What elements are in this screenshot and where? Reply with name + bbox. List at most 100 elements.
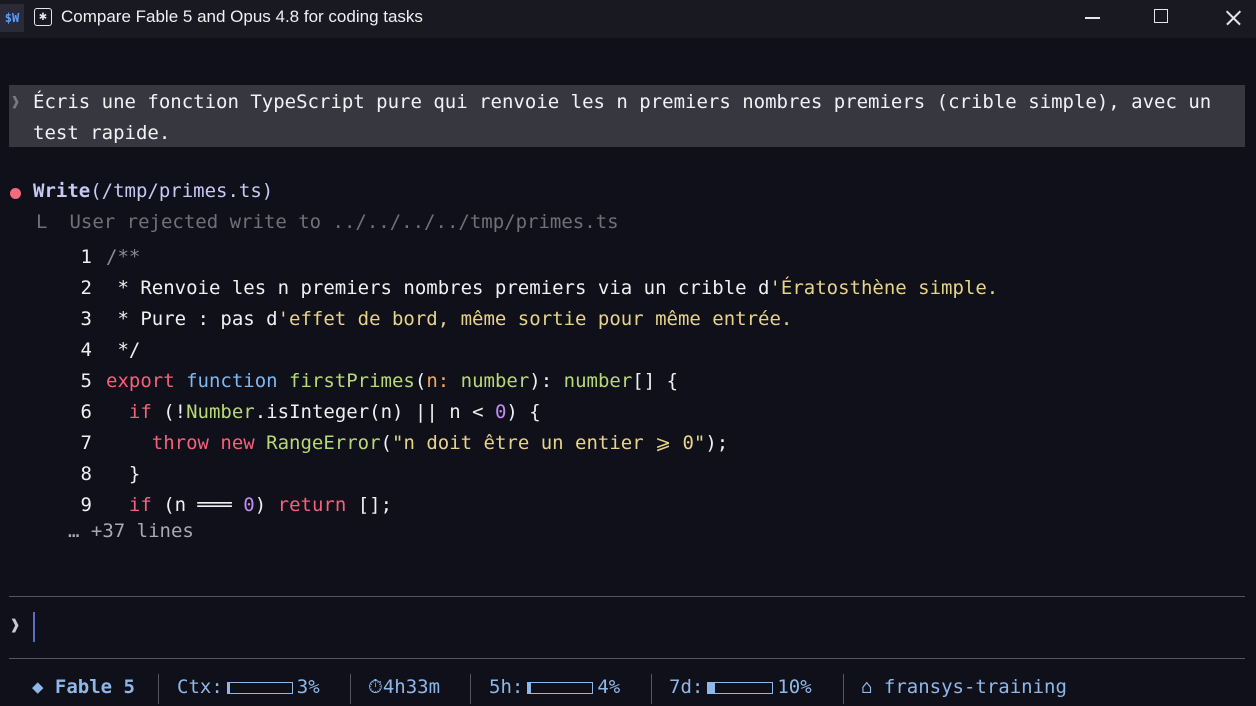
code-line: 9 if (n ═══ 0) return [];: [68, 490, 998, 521]
status-divider: [158, 674, 159, 704]
seven-d-bar-fill: [708, 682, 715, 693]
more-lines-indicator[interactable]: … +37 lines: [68, 520, 194, 542]
session-timer: ⏱4h33m: [368, 676, 440, 698]
close-button[interactable]: [1210, 0, 1256, 36]
line-number: 9: [80, 494, 92, 516]
code-token: if: [128, 401, 152, 423]
tool-arg: (/tmp/primes.ts): [90, 180, 274, 202]
project-name: fransys-training: [883, 676, 1067, 698]
code-token: */: [106, 339, 141, 361]
status-divider: [843, 674, 844, 704]
stopwatch-icon: ⏱: [368, 676, 383, 698]
five-h-bar: [527, 681, 594, 694]
code-line: 8 }: [68, 459, 998, 490]
prompt-text: Écris une fonction TypeScript pure qui r…: [33, 91, 1223, 144]
model-indicator: ◆ Fable 5: [32, 676, 135, 698]
home-icon: ⌂: [861, 676, 873, 698]
code-token: (: [414, 370, 427, 392]
code-token: [];: [346, 494, 393, 516]
input-bottom-divider: [9, 658, 1245, 659]
line-number: 2: [80, 277, 92, 299]
code-token: ):: [529, 370, 564, 392]
line-number: 6: [80, 401, 92, 423]
status-divider: [470, 674, 471, 704]
user-prompt: ❱ Écris une fonction TypeScript pure qui…: [9, 85, 1245, 147]
code-token: 0: [243, 494, 255, 516]
line-number: 7: [80, 432, 92, 454]
code-preview: 1 /** 2 * Renvoie les n premiers nombres p…: [68, 242, 999, 521]
status-divider: [350, 674, 351, 704]
asterisk-tab-icon: ✱: [34, 8, 52, 26]
code-token: 'effet de bord, même sortie pour même en…: [277, 308, 793, 330]
code-token: number: [460, 370, 530, 392]
ctx-value: 3%: [296, 676, 320, 698]
line-number: 8: [80, 463, 92, 485]
tool-result-text: User rejected write to ../../../../tmp/p…: [69, 211, 619, 233]
diamond-icon: ◆: [32, 676, 44, 698]
minimize-button[interactable]: [1070, 0, 1116, 36]
code-line: 7 throw new RangeError("n doit être un e…: [68, 428, 998, 459]
code-token: return: [277, 494, 347, 516]
tool-result: L User rejected write to ../../../../tmp/…: [36, 211, 619, 233]
code-token: * Pure : pas d: [106, 308, 278, 330]
code-token: /**: [106, 246, 141, 268]
line-number: 4: [80, 339, 92, 361]
code-line: 1 /**: [68, 242, 998, 273]
seven-d-value: 10%: [777, 676, 812, 698]
status-bar: ◆ Fable 5 Ctx: 3% ⏱4h33m 5h: 4% 7d: 10% ⌂ f…: [0, 674, 1256, 706]
five-h-value: 4%: [597, 676, 621, 698]
project-indicator: ⌂ fransys-training: [861, 676, 1067, 698]
code-token: throw new: [151, 432, 267, 454]
code-line: 4 */: [68, 335, 998, 366]
code-token: export: [106, 370, 187, 392]
five-hour-usage: 5h: 4%: [489, 676, 620, 698]
seven-day-usage: 7d: 10%: [669, 676, 812, 698]
seven-d-bar: [707, 681, 774, 694]
ctx-bar-fill: [227, 682, 230, 693]
model-name: Fable 5: [54, 676, 135, 698]
input-cursor[interactable]: [33, 612, 35, 642]
code-token: .isInteger(n) || n <: [254, 401, 495, 423]
prompt-caret-icon: ❱: [11, 93, 21, 111]
code-token: (: [380, 432, 392, 454]
code-token: [] {: [632, 370, 679, 392]
tool-status-dot-icon: [10, 188, 21, 199]
line-number: 5: [80, 370, 92, 392]
code-token: number: [563, 370, 633, 392]
window-title: Compare Fable 5 and Opus 4.8 for coding …: [61, 7, 423, 26]
timer-value: 4h33m: [382, 676, 441, 698]
line-number: 1: [80, 246, 92, 268]
tool-name: Write: [33, 180, 91, 202]
maximize-button[interactable]: [1138, 0, 1184, 36]
code-token: if: [128, 494, 152, 516]
code-token: Number: [186, 401, 255, 423]
code-line: 2 * Renvoie les n premiers nombres premi…: [68, 273, 999, 304]
input-top-divider: [9, 596, 1245, 597]
code-line: 6 if (!Number.isInteger(n) || n < 0) {: [68, 397, 998, 428]
terminal-app-icon[interactable]: $W: [0, 4, 24, 32]
code-line: 3 * Pure : pas d'effet de bord, même sor…: [68, 304, 998, 335]
code-token: 0: [494, 401, 507, 423]
code-token: ) {: [506, 401, 541, 423]
code-token: function: [186, 370, 290, 392]
code-token: "n doit être un entier ⩾ 0": [392, 432, 706, 454]
line-number: 3: [80, 308, 92, 330]
input-caret-icon: ❱: [10, 616, 21, 636]
tool-call-header: Write(/tmp/primes.ts): [33, 180, 273, 202]
ctx-label: Ctx:: [177, 676, 223, 698]
five-h-bar-fill: [528, 682, 531, 693]
code-token: (n ═══: [151, 494, 244, 516]
seven-d-label: 7d:: [669, 676, 704, 698]
code-token: );: [705, 432, 729, 454]
code-token: n:: [426, 370, 461, 392]
title-bar: $W ✱ Compare Fable 5 and Opus 4.8 for co…: [0, 0, 1256, 38]
code-token: (!: [151, 401, 187, 423]
elbow-connector-icon: L: [36, 211, 48, 233]
context-usage: Ctx: 3%: [177, 676, 320, 698]
code-token: firstPrimes: [289, 370, 415, 392]
code-token: * Renvoie les n premiers nombres premier…: [106, 277, 770, 299]
code-token: }: [106, 463, 141, 485]
